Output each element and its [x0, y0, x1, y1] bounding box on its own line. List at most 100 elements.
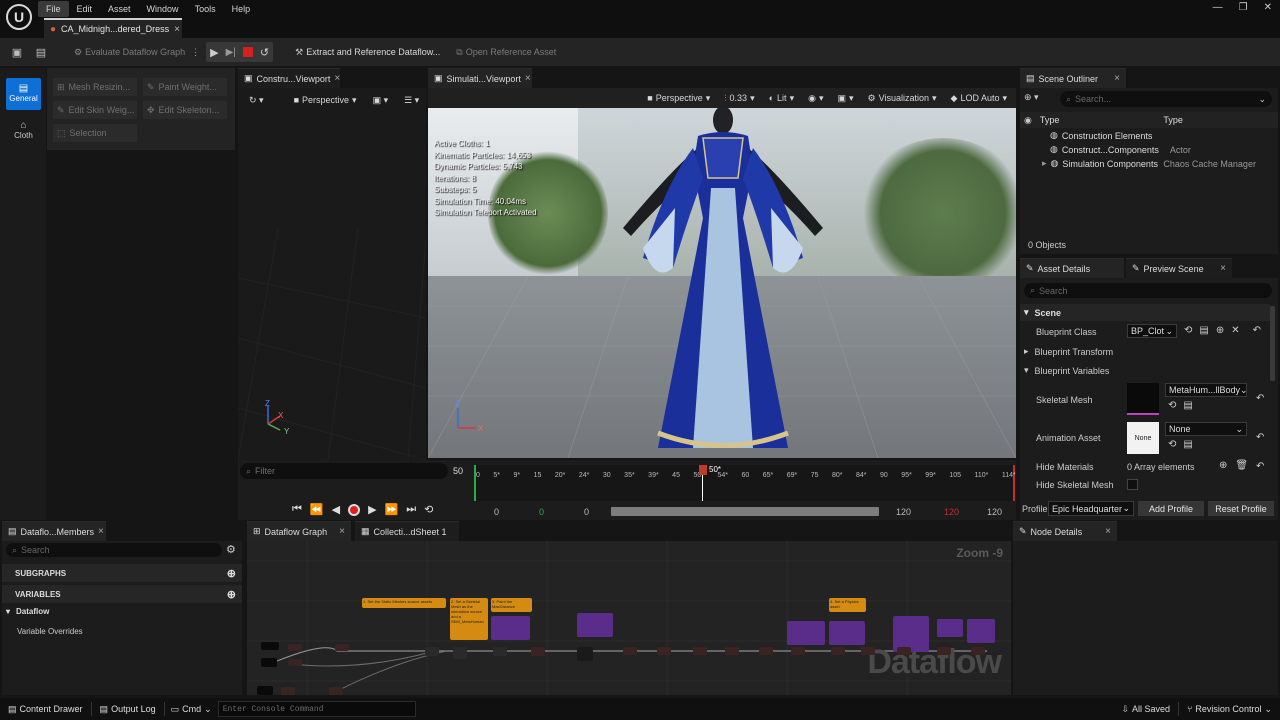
graph-node[interactable] [288, 644, 302, 651]
graph-node[interactable] [493, 647, 507, 656]
stop-icon[interactable] [242, 47, 253, 57]
graph-node[interactable] [623, 647, 637, 655]
variables-section[interactable]: VARIABLES ⊕ [2, 585, 242, 603]
reset-arrow-icon[interactable]: ↶ [1256, 461, 1264, 472]
close-tab-icon[interactable]: × [525, 73, 531, 84]
tab-dataflow-graph[interactable]: ⊞ Dataflow Graph × [247, 521, 351, 541]
add-profile-button[interactable]: Add Profile [1138, 501, 1204, 516]
graph-node[interactable] [453, 647, 467, 659]
add-icon[interactable]: ⊕ [1219, 460, 1227, 471]
play-reverse-icon[interactable]: ◀ [332, 503, 340, 516]
cmd-button[interactable]: ▭ Cmd ⌄ [165, 704, 218, 715]
tool-selection[interactable]: ⬚ Selection [53, 124, 137, 142]
graph-node[interactable] [335, 644, 349, 651]
outliner-search[interactable]: ⌕ Search... ⌄ [1060, 91, 1272, 107]
step-back-icon[interactable]: ⏪ [310, 503, 324, 516]
menu-edit[interactable]: Edit [69, 1, 101, 17]
revision-control-button[interactable]: ⑂ Revision Control ⌄ [1187, 704, 1280, 715]
folder-icon[interactable]: ▤ [1199, 325, 1208, 336]
save-icon[interactable]: ▣ [8, 46, 26, 59]
graph-node[interactable] [971, 647, 985, 655]
timeline-view-start[interactable]: 0 [494, 507, 499, 517]
construction-camera-options-icon[interactable]: ▣ ▾ [368, 91, 394, 109]
comment-node[interactable]: 1. Set the Static Meshes source assets [362, 598, 446, 608]
dataflow-category[interactable]: ▾ Dataflow [6, 607, 49, 616]
reset-profile-button[interactable]: Reset Profile [1208, 501, 1274, 516]
browse-icon[interactable]: ▤ [32, 46, 50, 59]
close-tab-icon[interactable]: × [1114, 73, 1120, 84]
details-scrollbar[interactable] [1270, 306, 1275, 381]
graph-node[interactable] [577, 647, 593, 661]
menu-asset[interactable]: Asset [100, 1, 139, 17]
graph-node[interactable] [288, 659, 302, 666]
open-reference-button[interactable]: ⧉ Open Reference Asset [456, 47, 556, 58]
variable-overrides-item[interactable]: Variable Overrides [17, 627, 83, 636]
browse-icon[interactable]: ⟲ [1168, 439, 1176, 450]
trash-icon[interactable]: 🗑 [1235, 460, 1248, 471]
tool-edit-skin-weights[interactable]: ✎ Edit Skin Weig... [53, 101, 137, 119]
close-tab-icon[interactable]: × [1220, 263, 1226, 274]
to-end-icon[interactable]: ⏭ [406, 503, 416, 516]
graph-node[interactable] [897, 647, 911, 655]
timeline-view-end[interactable]: 120 [987, 507, 1002, 517]
timeline-play-end[interactable]: 120 [944, 507, 959, 517]
blueprint-transform-row[interactable]: ▸ Blueprint Transform [1024, 346, 1113, 357]
to-start-icon[interactable]: ⏮ [292, 503, 302, 516]
graph-node[interactable] [261, 642, 279, 650]
output-log-button[interactable]: ▤ Output Log [92, 704, 164, 715]
browse-icon[interactable]: ⟲ [1168, 400, 1176, 411]
gear-icon[interactable]: ⚙ [226, 543, 236, 556]
graph-node[interactable] [329, 687, 343, 695]
animation-thumbnail[interactable]: None [1127, 422, 1159, 454]
unreal-logo-icon[interactable]: U [6, 4, 32, 30]
content-drawer-button[interactable]: ▤ Content Drawer [0, 704, 91, 715]
tab-preview-scene[interactable]: ✎ Preview Scene × [1126, 258, 1232, 278]
graph-node[interactable] [693, 647, 707, 655]
view-options-icon[interactable]: ↻ ▾ [244, 91, 269, 109]
skeletal-mesh-combo[interactable]: MetaHum...llBody ⌄ [1165, 383, 1248, 397]
graph-node[interactable] [861, 647, 875, 655]
lod-button[interactable]: ◆ LOD Auto ▾ [946, 89, 1012, 107]
timeline-range-start[interactable]: 0 [584, 507, 589, 517]
column-type-2[interactable]: Type [1163, 115, 1183, 125]
playhead-handle[interactable] [699, 465, 707, 475]
graph-node[interactable] [937, 647, 951, 655]
outliner-filter-icon[interactable]: ⊕ ▾ [1024, 92, 1039, 103]
graph-node[interactable] [791, 647, 805, 655]
timeline-current-frame[interactable]: 50 [453, 466, 463, 476]
close-tab-icon[interactable]: × [334, 73, 340, 84]
mode-cloth[interactable]: ⌂ Cloth [6, 120, 41, 150]
comment-node[interactable]: 4. Set a Physics asset [829, 598, 866, 612]
timeline-track[interactable] [474, 465, 1014, 501]
menu-file[interactable]: File [38, 1, 69, 17]
timeline-play-start[interactable]: 0 [539, 507, 544, 517]
show-eye-button[interactable]: ◉ ▾ [803, 89, 828, 107]
menu-tools[interactable]: Tools [187, 1, 224, 17]
timeline-scrollbar[interactable] [611, 507, 879, 516]
profile-combo[interactable]: Epic Headquarter ⌄ [1048, 501, 1134, 516]
comment-node-purple[interactable] [787, 621, 825, 645]
subgraphs-section[interactable]: SUBGRAPHS ⊕ [2, 564, 242, 582]
timeline-range-end[interactable]: 120 [896, 507, 911, 517]
menu-help[interactable]: Help [224, 1, 259, 17]
clear-icon[interactable]: ✕ [1231, 325, 1239, 336]
tab-simulation-viewport[interactable]: ▣ Simulati...Viewport × [428, 68, 532, 88]
add-subgraph-icon[interactable]: ⊕ [227, 567, 242, 580]
console-input[interactable]: Enter Console Command [217, 701, 416, 717]
folder-icon[interactable]: ▤ [1183, 400, 1192, 411]
simulation-viewport[interactable]: Active Cloths: 1 Kinematic Particles: 14… [428, 108, 1016, 458]
reset-arrow-icon[interactable]: ↶ [1253, 325, 1261, 336]
graph-node[interactable] [725, 647, 739, 655]
loop-icon[interactable]: ⟲ [424, 503, 433, 516]
skeletal-mesh-thumbnail[interactable] [1127, 383, 1159, 415]
timeline-filter[interactable]: ⌕ Filter [240, 463, 448, 479]
browse-icon[interactable]: ⟲ [1184, 325, 1192, 336]
outliner-item[interactable]: ▸ ◍ Simulation Components Chaos Cache Manag… [1042, 158, 1272, 169]
graph-node[interactable] [759, 647, 773, 655]
lit-button[interactable]: ◐ Lit ▾ [764, 89, 799, 107]
expand-arrow-icon[interactable]: ▸ [1042, 158, 1047, 169]
graph-node[interactable] [257, 686, 273, 695]
comment-node-purple[interactable] [829, 621, 865, 645]
details-search[interactable]: ⌕ Search [1024, 283, 1272, 298]
tab-construction-viewport[interactable]: ▣ Constru...Viewport × [238, 68, 340, 88]
